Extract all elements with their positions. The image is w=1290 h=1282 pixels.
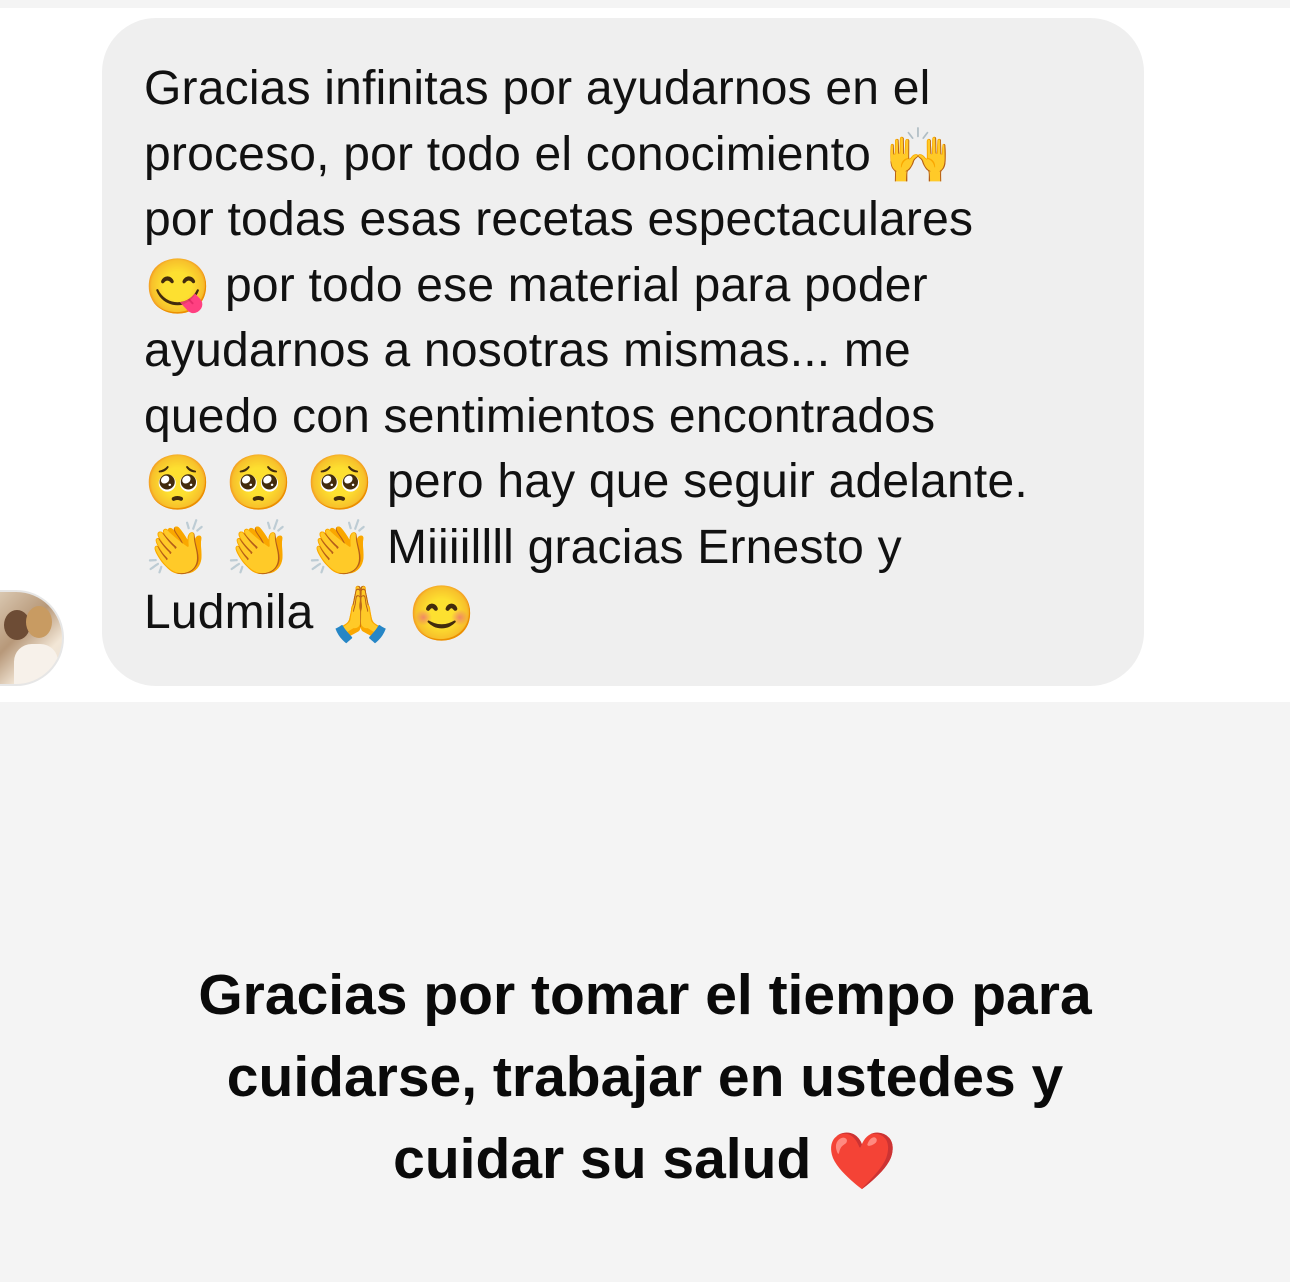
folded-hands-icon: 🙏 [327, 584, 395, 644]
red-heart-icon: ❤️ [827, 1129, 897, 1192]
caption-line-1: Gracias por tomar el tiempo para [198, 963, 1092, 1027]
received-message-bubble[interactable]: Gracias infinitas por ayudarnos en el pr… [102, 18, 1144, 686]
top-strip [0, 0, 1290, 8]
clapping-hands-icon: 👏 [305, 518, 374, 579]
clapping-hands-icon: 👏 [224, 518, 293, 579]
message-line-6: quedo con sentimientos encontrados [144, 389, 936, 443]
pleading-face-icon: 🥺 [144, 453, 212, 513]
raising-hands-icon: 🙌 [884, 125, 953, 186]
yum-face-icon: 😋 [144, 256, 212, 317]
story-caption-area: Gracias por tomar el tiempo para cuidars… [0, 702, 1290, 1282]
message-line-3: por todas esas recetas espectaculares [144, 193, 974, 246]
avatar-photo-body [14, 644, 58, 684]
avatar[interactable] [0, 590, 64, 686]
message-line-9: Ludmila [144, 586, 314, 639]
chat-thread: Gracias infinitas por ayudarnos en el pr… [0, 8, 1290, 702]
caption-text: Gracias por tomar el tiempo para cuidars… [0, 954, 1290, 1202]
message-line-4: por todo ese material para poder [224, 258, 928, 312]
caption-line-3: cuidar su salud [393, 1127, 812, 1191]
message-text: Gracias infinitas por ayudarnos en el pr… [144, 56, 1104, 646]
clapping-hands-icon: 👏 [144, 518, 212, 579]
message-line-1: Gracias infinitas por ayudarnos en el [144, 62, 931, 115]
message-line-8: Miiiillll gracias Ernesto y [386, 520, 902, 574]
message-line-5: ayudarnos a nosotras mismas... me [144, 324, 911, 377]
smiling-face-icon: 😊 [408, 584, 476, 644]
message-line-7: pero hay que seguir adelante. [386, 455, 1028, 508]
message-line-2: proceso, por todo el conocimiento [144, 127, 872, 181]
avatar-photo-person-2 [26, 606, 52, 638]
pleading-face-icon: 🥺 [224, 453, 293, 513]
pleading-face-icon: 🥺 [305, 453, 374, 513]
caption-line-2: cuidarse, trabajar en ustedes y [226, 1045, 1064, 1109]
